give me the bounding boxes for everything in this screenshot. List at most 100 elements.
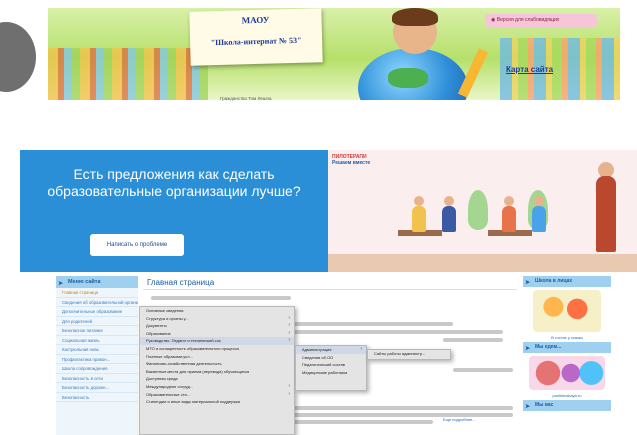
room-label-line-2: Решаем вместе	[332, 160, 371, 166]
chevron-right-icon: ›	[288, 337, 290, 344]
submenu: Администрация › Сведения об ОО Педагогиче…	[295, 345, 367, 391]
menu-item[interactable]: Вакантные места для приема (перевода) об…	[140, 368, 294, 376]
page-title: Главная страница	[143, 276, 517, 290]
menu-item-label: Структура и органы у...	[146, 315, 189, 321]
banner-headline: Есть предложения как сделать образовател…	[47, 166, 301, 199]
room-floor	[328, 254, 637, 272]
sidebar-item[interactable]: Безопасность	[56, 393, 138, 402]
student-head	[534, 196, 544, 206]
accessibility-label: Версия для слабовидящих	[496, 17, 560, 23]
school-title-card: МАОУ "Школа-интернат № 53"	[189, 8, 323, 66]
right-block-title: Мы едем...	[535, 344, 562, 350]
sidebar-item[interactable]: Школа сопровождения	[56, 364, 138, 374]
chevron-right-icon: ›	[288, 390, 290, 397]
menu-item[interactable]: Стипендии и иные виды материальной подде…	[140, 398, 294, 406]
image-caption[interactable]: В гостях у сказки	[523, 335, 611, 342]
submenu-item[interactable]: Медицинские работники	[296, 369, 366, 377]
menu-item[interactable]: Структура и органы у... ›	[140, 315, 294, 323]
school-name: МАОУ	[241, 14, 270, 26]
image-caption[interactable]: pushkinskaya.ru	[523, 393, 611, 400]
menu-item[interactable]: Международное сотруд... ›	[140, 383, 294, 391]
menu-item[interactable]: Образование ›	[140, 330, 294, 338]
kids-illustration[interactable]	[533, 290, 601, 332]
menu-item[interactable]: Платные образоват.усл...	[140, 353, 294, 361]
chevron-right-icon: ›	[288, 382, 290, 389]
header-subtitle: Гражданство Том Лешпа	[220, 96, 272, 101]
text-line	[293, 330, 503, 334]
text-line	[293, 406, 513, 410]
globe-land	[388, 68, 428, 88]
menu-item[interactable]: Финансово-хозяйственная деятельность	[140, 360, 294, 368]
menu-item[interactable]: Документы ›	[140, 322, 294, 330]
student	[442, 206, 456, 232]
left-menu-title: Меню сайта	[68, 279, 101, 285]
submenu-item-label: Администрация	[302, 347, 332, 352]
more-link[interactable]: Еще подробнее...	[443, 417, 476, 422]
student-head	[504, 196, 514, 206]
right-block-header: ➤ Мы вас	[523, 400, 611, 411]
menu-item[interactable]: Основные сведения	[140, 307, 294, 315]
text-line	[293, 413, 513, 417]
menu-item-label: Образование	[146, 330, 171, 336]
sidebar-item[interactable]: Профилактика правон...	[56, 355, 138, 364]
submenu-item[interactable]: Администрация ›	[296, 346, 366, 354]
text-line	[453, 368, 513, 372]
student-head	[414, 196, 424, 206]
text-line	[151, 296, 291, 300]
header-decoration-left	[48, 48, 208, 100]
report-problem-button[interactable]: Написать о проблеме	[90, 234, 184, 256]
right-sidebar: ➤ Школа в лицах В гостях у сказки ➤ Мы е…	[523, 276, 611, 435]
right-block-title: Мы вас	[535, 402, 554, 408]
video-overlay-circle	[0, 22, 36, 92]
left-menu-header: ➤ Меню сайта	[56, 276, 138, 288]
boy-hair	[392, 8, 438, 26]
classroom-illustration: ПИЛОТЕРАПИ Решаем вместе	[328, 150, 637, 272]
menu-item-label: Руководство. Педагог и технический сос	[146, 338, 221, 344]
arrow-right-icon: ➤	[58, 281, 64, 287]
sidebar-item[interactable]: Сведения об образовательной организации	[56, 298, 138, 307]
banner-room-label: ПИЛОТЕРАПИ Решаем вместе	[332, 154, 370, 166]
student	[532, 206, 546, 232]
accessibility-button[interactable]: ◉ Версия для слабовидящих	[485, 14, 597, 27]
sidebar-item[interactable]: Безопасность дорожн...	[56, 383, 138, 393]
chevron-right-icon: ›	[288, 322, 290, 329]
arrow-right-icon: ➤	[525, 404, 531, 410]
chevron-right-icon: ›	[288, 329, 290, 336]
right-block-title: Школа в лицах	[535, 278, 573, 284]
site-map-link[interactable]: Карта сайта	[506, 65, 553, 74]
sidebar-item[interactable]: Кастрюльная новь	[56, 345, 138, 355]
menu-item[interactable]: Доступная среда	[140, 375, 294, 383]
chevron-right-icon: ›	[360, 346, 362, 352]
menu-item-label: Документы	[146, 323, 167, 329]
sidebar-item[interactable]: Безопасность в сети	[56, 374, 138, 383]
sidebar-item[interactable]: Социальная жизнь	[56, 336, 138, 345]
feedback-banner: Есть предложения как сделать образовател…	[20, 150, 328, 272]
menu-item-highlighted[interactable]: Руководство. Педагог и технический сос ›	[140, 337, 294, 345]
chevron-right-icon: ›	[288, 314, 290, 321]
plant-decoration	[468, 190, 488, 230]
menu-item-label: Образовательные ста...	[146, 391, 191, 397]
right-block-header: ➤ Школа в лицах	[523, 276, 611, 287]
submenu-item[interactable]: Сайты работы администр...	[368, 350, 450, 358]
submenu-item[interactable]: Сведения об ОО	[296, 354, 366, 362]
arrow-right-icon: ➤	[525, 346, 531, 352]
sidebar-item[interactable]: Для родителей	[56, 317, 138, 326]
text-line	[293, 322, 453, 326]
arrow-right-icon: ➤	[525, 280, 531, 286]
school-full-name: "Школа-интернат № 53"	[210, 35, 302, 48]
student-head	[444, 196, 454, 206]
student	[412, 206, 426, 232]
text-line	[293, 420, 433, 424]
menu-item[interactable]: Образовательные ста... ›	[140, 391, 294, 399]
text-line	[443, 338, 503, 342]
submenu-item[interactable]: Педагогический состав	[296, 361, 366, 369]
sidebar-item[interactable]: Безопасное питание	[56, 326, 138, 336]
right-block-header: ➤ Мы едем...	[523, 342, 611, 353]
banner-illustration[interactable]	[529, 356, 605, 390]
menu-item[interactable]: МТО и оснащенность образовательного проц…	[140, 345, 294, 353]
left-sidebar: ➤ Меню сайта Главная страница Сведения о…	[56, 276, 138, 435]
sidebar-item[interactable]: Дополнительное образование	[56, 307, 138, 317]
sidebar-item[interactable]: Главная страница	[56, 288, 138, 298]
site-header: МАОУ "Школа-интернат № 53" ◉ Версия для …	[48, 8, 620, 100]
menu-item-label: Международное сотруд...	[146, 383, 194, 389]
